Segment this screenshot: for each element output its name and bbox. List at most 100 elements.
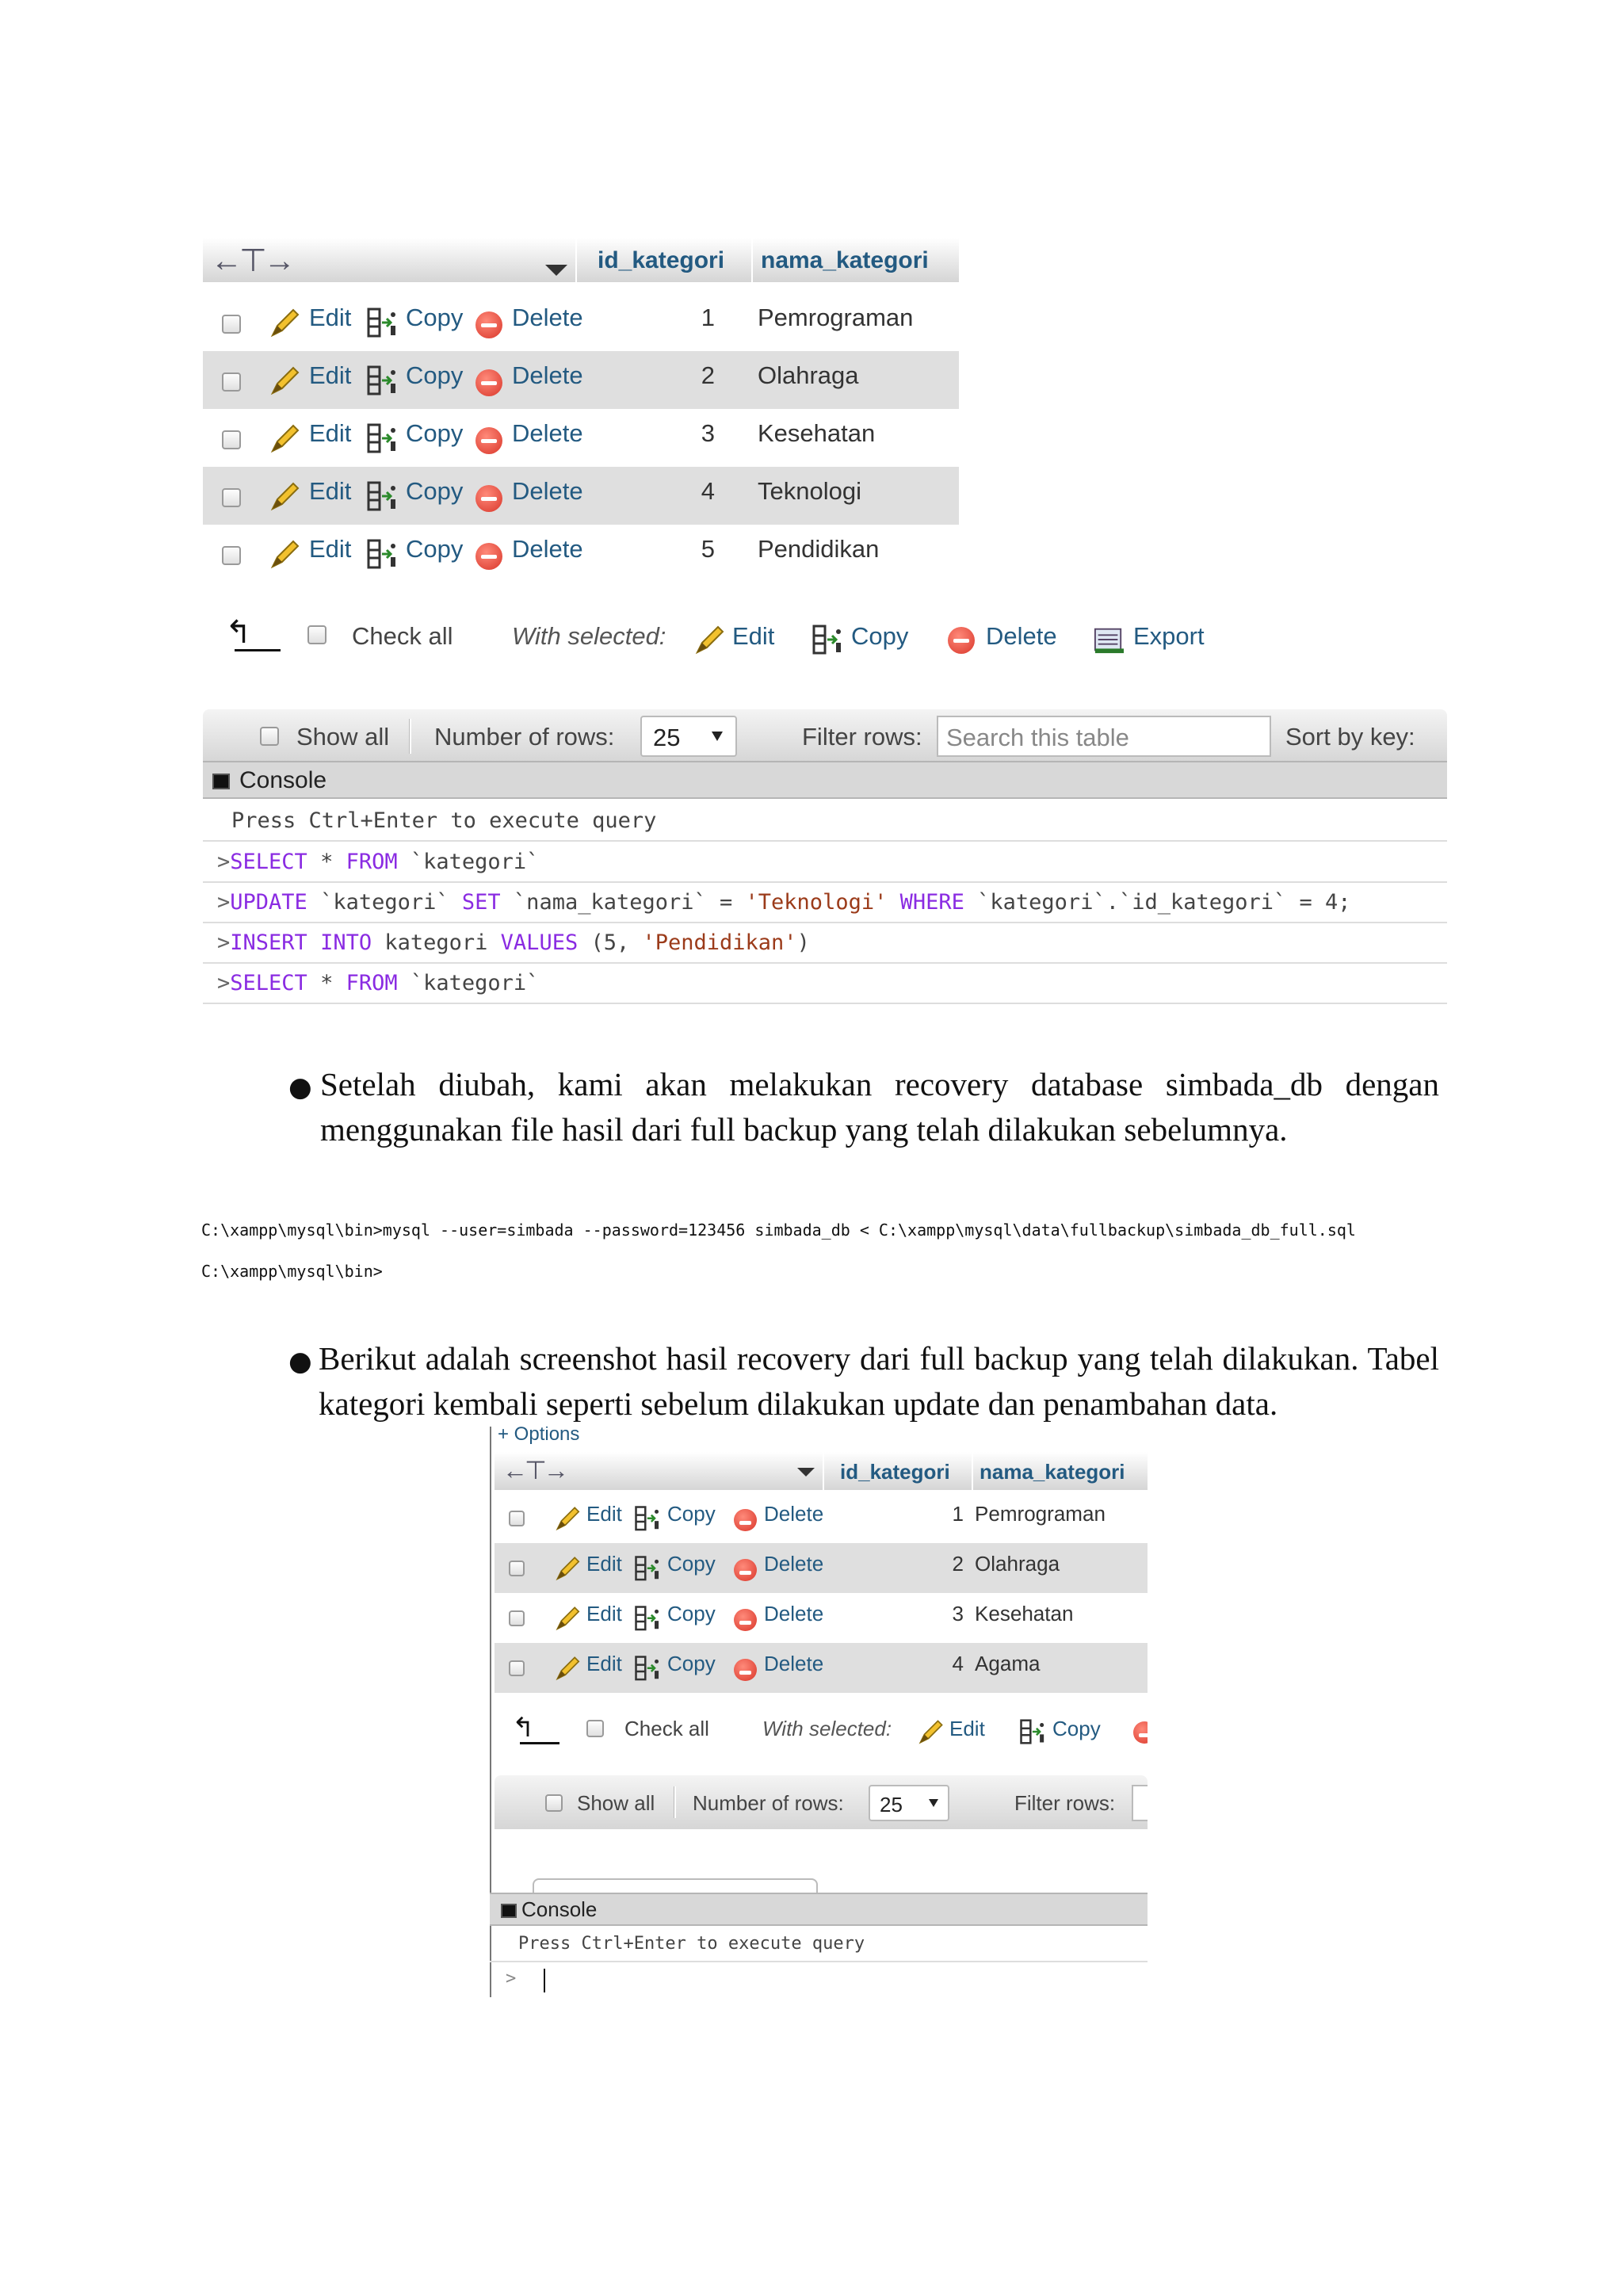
row-delete-button[interactable]: Delete (764, 1602, 823, 1626)
export-icon (1094, 628, 1124, 654)
options-toggle[interactable]: + Options (498, 1427, 579, 1446)
column-header-nama[interactable]: nama_kategori (761, 247, 929, 274)
row-checkbox[interactable] (509, 1660, 525, 1676)
row-checkbox[interactable] (509, 1610, 525, 1626)
row-checkbox[interactable] (222, 487, 241, 507)
bulk-edit-button[interactable]: Edit (732, 622, 774, 651)
copy-icon (812, 625, 841, 655)
row-copy-button[interactable]: Copy (406, 304, 463, 332)
column-move-arrows-icon[interactable]: ←⊤→ (211, 243, 296, 279)
delete-icon (475, 369, 502, 396)
console-prompt[interactable]: > (506, 1969, 516, 1988)
row-edit-button[interactable]: Edit (309, 304, 351, 332)
row-delete-button[interactable]: Delete (512, 361, 583, 390)
column-move-arrows-icon[interactable]: ←⊤→ (502, 1455, 569, 1485)
cell-nama: Kesehatan (975, 1602, 1074, 1626)
row-checkbox[interactable] (222, 430, 241, 449)
console-query[interactable]: >SELECT * FROM `kategori` (203, 843, 1447, 883)
bulk-copy-button[interactable]: Copy (1052, 1717, 1101, 1741)
column-header-nama[interactable]: nama_kategori (980, 1460, 1125, 1484)
row-copy-button[interactable]: Copy (667, 1502, 716, 1526)
console-header[interactable]: Console (490, 1893, 1148, 1926)
copy-icon (635, 1655, 659, 1681)
rows-per-page-select[interactable]: 25 (869, 1785, 949, 1821)
pencil-icon (556, 1556, 580, 1580)
pencil-icon (918, 1720, 943, 1744)
console-query[interactable]: >INSERT INTO kategori VALUES (5, 'Pendid… (203, 924, 1447, 964)
row-edit-button[interactable]: Edit (309, 535, 351, 563)
row-delete-button[interactable]: Delete (512, 477, 583, 506)
row-edit-button[interactable]: Edit (586, 1552, 622, 1576)
bulk-delete-button[interactable]: Delete (986, 622, 1057, 651)
row-edit-button[interactable]: Edit (309, 477, 351, 506)
filter-rows-label: Filter rows: (1014, 1791, 1116, 1815)
console-icon (501, 1904, 517, 1918)
row-copy-button[interactable]: Copy (667, 1652, 716, 1676)
column-header-id[interactable]: id_kategori (598, 247, 724, 274)
row-copy-button[interactable]: Copy (667, 1602, 716, 1626)
copy-icon (635, 1505, 659, 1531)
cell-nama: Pemrograman (975, 1502, 1106, 1526)
show-all-checkbox[interactable] (260, 727, 279, 746)
row-checkbox[interactable] (222, 372, 241, 392)
row-delete-button[interactable]: Delete (764, 1652, 823, 1676)
terminal-prompt: C:\xampp\mysql\bin> (201, 1262, 383, 1281)
console-hint: Press Ctrl+Enter to execute query (490, 1927, 1148, 1962)
row-copy-button[interactable]: Copy (406, 419, 463, 448)
show-all-checkbox[interactable] (545, 1794, 563, 1812)
check-all-checkbox[interactable] (586, 1720, 604, 1737)
check-all-checkbox[interactable] (307, 625, 327, 644)
table-row: Edit Copy Delete 4 Agama (495, 1643, 1148, 1693)
row-delete-button[interactable]: Delete (764, 1502, 823, 1526)
row-edit-button[interactable]: Edit (309, 419, 351, 448)
cell-nama: Kesehatan (758, 418, 876, 447)
row-edit-button[interactable]: Edit (586, 1652, 622, 1676)
check-all-label[interactable]: Check all (352, 622, 453, 651)
row-checkbox[interactable] (222, 545, 241, 565)
search-table-input[interactable] (1132, 1785, 1148, 1821)
cell-id: 2 (701, 361, 715, 389)
row-edit-button[interactable]: Edit (586, 1502, 622, 1526)
row-copy-button[interactable]: Copy (406, 477, 463, 506)
sort-caret-icon[interactable] (545, 265, 567, 276)
rows-per-page-select[interactable]: 25 (640, 716, 737, 757)
check-all-label[interactable]: Check all (624, 1717, 709, 1741)
show-all-label[interactable]: Show all (577, 1791, 655, 1816)
row-delete-button[interactable]: Delete (512, 304, 583, 332)
delete-icon (734, 1508, 757, 1532)
cell-id: 1 (952, 1502, 964, 1526)
row-copy-button[interactable]: Copy (406, 535, 463, 563)
table-row: Edit Copy Delete 2 Olahraga (203, 351, 959, 409)
pencil-icon (270, 424, 300, 453)
bulk-edit-button[interactable]: Edit (949, 1717, 985, 1741)
row-copy-button[interactable]: Copy (667, 1552, 716, 1576)
console-header[interactable]: Console (203, 761, 1447, 799)
console-query[interactable]: >SELECT * FROM `kategori` (203, 965, 1447, 1004)
search-table-input[interactable]: Search this table (937, 716, 1271, 757)
pencil-icon (556, 1656, 580, 1680)
bulk-copy-button[interactable]: Copy (851, 622, 908, 651)
row-checkbox[interactable] (222, 314, 241, 334)
row-edit-button[interactable]: Edit (309, 361, 351, 390)
show-all-label[interactable]: Show all (296, 723, 389, 751)
row-delete-button[interactable]: Delete (512, 419, 583, 448)
console-cursor[interactable] (544, 1969, 545, 1992)
row-delete-button[interactable]: Delete (512, 535, 583, 563)
pencil-icon (270, 308, 300, 337)
column-header-id[interactable]: id_kategori (840, 1460, 950, 1484)
row-delete-button[interactable]: Delete (764, 1552, 823, 1576)
row-edit-button[interactable]: Edit (586, 1602, 622, 1626)
pencil-icon (270, 366, 300, 395)
row-checkbox[interactable] (509, 1510, 525, 1526)
console-query[interactable]: >UPDATE `kategori` SET `nama_kategori` =… (203, 884, 1447, 923)
pencil-icon (270, 482, 300, 510)
table-row: Edit Copy Delete 4 Teknologi (203, 467, 959, 525)
row-checkbox[interactable] (509, 1560, 525, 1576)
table-header: ←⊤→ id_kategori nama_kategori (495, 1452, 1148, 1490)
copy-icon (367, 308, 395, 337)
sort-caret-icon[interactable] (797, 1468, 815, 1477)
bulk-export-button[interactable]: Export (1133, 622, 1205, 651)
row-copy-button[interactable]: Copy (406, 361, 463, 390)
copy-icon (367, 481, 395, 510)
copy-icon (367, 365, 395, 395)
